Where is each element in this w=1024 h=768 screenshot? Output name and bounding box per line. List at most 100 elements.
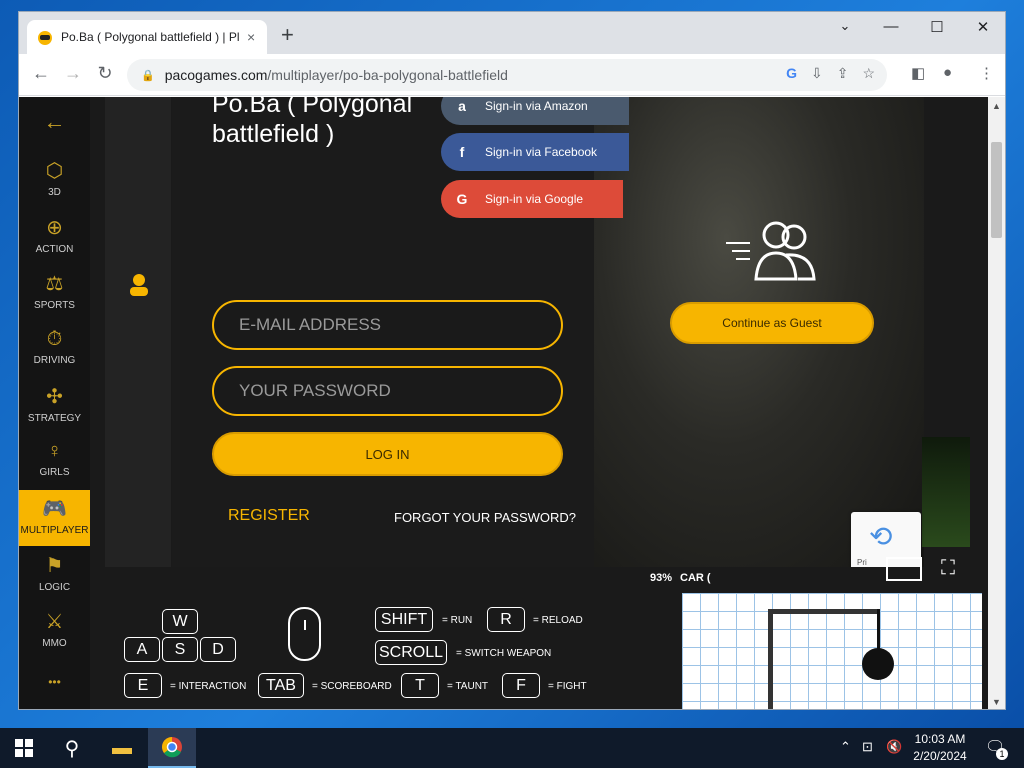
guest-users-icon — [726, 215, 822, 295]
key-t: T — [401, 673, 439, 698]
lock-icon: 🔒 — [141, 69, 155, 82]
r-label: = RELOAD — [533, 615, 583, 626]
category-sidebar: ← ⬡ 3D ⊕ ACTION ⚖ SPORTS ⏱ DRIVING ✣ STR… — [19, 97, 90, 709]
google-translate-icon[interactable]: G — [786, 65, 797, 82]
file-explorer-icon[interactable]: ▬ — [98, 728, 146, 768]
sidebar-item-action[interactable]: ⊕ ACTION — [19, 209, 90, 265]
scroll-up-icon[interactable]: ▲ — [992, 101, 1001, 111]
cube-icon: ⬡ — [45, 160, 64, 182]
e-label: = INTERACTION — [170, 681, 247, 692]
sidebar-item-strategy[interactable]: ✣ STRATEGY — [19, 378, 90, 434]
sidebar-item-3d[interactable]: ⬡ 3D — [19, 152, 90, 208]
sidebar-item-logic[interactable]: ⚑ LOGIC — [19, 547, 90, 603]
browser-toolbar: ← → ↻ 🔒 pacogames.com/multiplayer/po-ba-… — [19, 54, 1005, 96]
scroll-thumb[interactable] — [991, 142, 1002, 238]
hangman-ad-image[interactable] — [682, 593, 982, 709]
google-signin-button[interactable]: G Sign-in via Google — [441, 180, 623, 218]
background-image-edge — [922, 437, 970, 547]
logic-icon: ⚑ — [45, 555, 64, 577]
tab-title: Po.Ba ( Polygonal battlefield ) | Pl — [61, 30, 239, 44]
shift-label: = RUN — [442, 615, 473, 626]
bookmark-star-icon[interactable]: ☆ — [862, 65, 875, 82]
page-content: ← ⬡ 3D ⊕ ACTION ⚖ SPORTS ⏱ DRIVING ✣ STR… — [19, 97, 990, 709]
key-r: R — [487, 607, 525, 632]
tab-label: = SCOREBOARD — [312, 681, 392, 692]
menu-icon[interactable]: ⋮ — [979, 64, 994, 82]
sidebar-item-sports[interactable]: ⚖ SPORTS — [19, 265, 90, 321]
window-mode-button[interactable] — [886, 557, 922, 581]
sidebar-item-mmo[interactable]: ⚔ MMO — [19, 603, 90, 659]
key-scroll: SCROLL — [375, 640, 447, 665]
crosshair-icon: ⊕ — [46, 217, 63, 239]
gamepad-icon: 🎮 — [42, 498, 67, 520]
network-icon[interactable]: ⊡ — [862, 739, 873, 755]
sidebar-item-girls[interactable]: ♀ GIRLS — [19, 434, 90, 490]
close-button[interactable]: ✕ — [963, 18, 1003, 36]
key-s: S — [162, 637, 198, 662]
amazon-icon: a — [458, 98, 466, 114]
dumbbell-icon: ⚖ — [45, 273, 64, 295]
sidebar-more-icon[interactable]: ••• — [19, 669, 90, 699]
address-bar[interactable]: 🔒 pacogames.com/multiplayer/po-ba-polygo… — [127, 59, 887, 91]
forgot-password-link[interactable]: FORGOT YOUR PASSWORD? — [394, 510, 576, 525]
swords-icon: ⚔ — [45, 611, 64, 633]
user-icon[interactable] — [129, 273, 149, 303]
maximize-button[interactable]: ☐ — [917, 18, 957, 36]
amazon-signin-button[interactable]: a Sign-in via Amazon — [441, 97, 629, 125]
url-text: pacogames.com/multiplayer/po-ba-polygona… — [164, 67, 508, 83]
fullscreen-icon[interactable]: ⛶ — [935, 557, 961, 581]
game-control-bar — [105, 567, 990, 591]
chevron-up-icon[interactable]: ⌃ — [840, 739, 851, 755]
girl-icon: ♀ — [47, 440, 62, 462]
key-f: F — [502, 673, 540, 698]
title-bar: Po.Ba ( Polygonal battlefield ) | Pl × +… — [19, 12, 1005, 54]
taskbar: ⚲ ▬ ⌃ ⊡ 🔇 10:03 AM 2/20/2024 🗨 1 — [0, 728, 1024, 768]
back-icon[interactable]: ← — [29, 63, 53, 84]
register-link[interactable]: REGISTER — [228, 507, 310, 525]
sidebar-back-icon[interactable]: ← — [19, 103, 90, 143]
email-field[interactable]: E-MAIL ADDRESS — [212, 300, 563, 350]
stopwatch-icon: ⏱ — [46, 328, 63, 350]
sidebar-item-driving[interactable]: ⏱ DRIVING — [19, 322, 90, 378]
facebook-icon: f — [459, 144, 465, 160]
taskbar-clock[interactable]: 10:03 AM 2/20/2024 — [908, 731, 972, 765]
scroll-label: = SWITCH WEAPON — [456, 648, 552, 659]
chrome-taskbar-icon[interactable] — [148, 728, 196, 768]
search-icon[interactable]: ⚲ — [48, 728, 96, 768]
browser-tab[interactable]: Po.Ba ( Polygonal battlefield ) | Pl × — [27, 20, 267, 54]
share-icon[interactable]: ⇪ — [837, 65, 849, 82]
google-icon: G — [456, 191, 468, 207]
windows-icon — [15, 739, 33, 757]
key-w: W — [162, 609, 198, 634]
key-shift: SHIFT — [375, 607, 433, 632]
reload-icon[interactable]: ↻ — [93, 63, 117, 84]
install-icon[interactable]: ⇩ — [811, 65, 823, 82]
zoom-level: 93% — [650, 572, 673, 584]
continue-as-guest-button[interactable]: Continue as Guest — [670, 302, 874, 344]
scroll-down-icon[interactable]: ▼ — [992, 697, 1001, 707]
key-e: E — [124, 673, 162, 698]
key-tab: TAB — [258, 673, 304, 698]
notification-badge: 1 — [996, 748, 1008, 760]
login-button[interactable]: LOG IN — [212, 432, 563, 476]
game-title: Po.Ba ( Polygonal battlefield ) — [212, 97, 413, 148]
password-field[interactable]: YOUR PASSWORD — [212, 366, 563, 416]
page-scrollbar[interactable]: ▲ ▼ — [988, 97, 1005, 709]
new-tab-button[interactable]: + — [281, 24, 294, 46]
sidebar-item-multiplayer[interactable]: 🎮 MULTIPLAYER — [19, 490, 90, 546]
mouse-icon — [288, 607, 321, 661]
start-button[interactable] — [0, 728, 48, 768]
f-label: = FIGHT — [548, 681, 587, 692]
facebook-signin-button[interactable]: f Sign-in via Facebook — [441, 133, 629, 171]
game-status-text: CAR ( — [680, 572, 711, 584]
side-panel-icon[interactable]: ◧ — [911, 64, 925, 82]
tab-close-icon[interactable]: × — [247, 29, 255, 45]
minimize-button[interactable]: — — [871, 18, 911, 35]
volume-muted-icon[interactable]: 🔇 — [886, 739, 902, 755]
tab-search-icon[interactable]: ⌄ — [825, 18, 865, 34]
pacogames-favicon-icon — [37, 29, 53, 45]
user-panel — [105, 97, 171, 587]
profile-icon[interactable]: ● — [943, 64, 952, 81]
forward-icon[interactable]: → — [61, 63, 85, 84]
browser-window: Po.Ba ( Polygonal battlefield ) | Pl × +… — [18, 11, 1006, 710]
